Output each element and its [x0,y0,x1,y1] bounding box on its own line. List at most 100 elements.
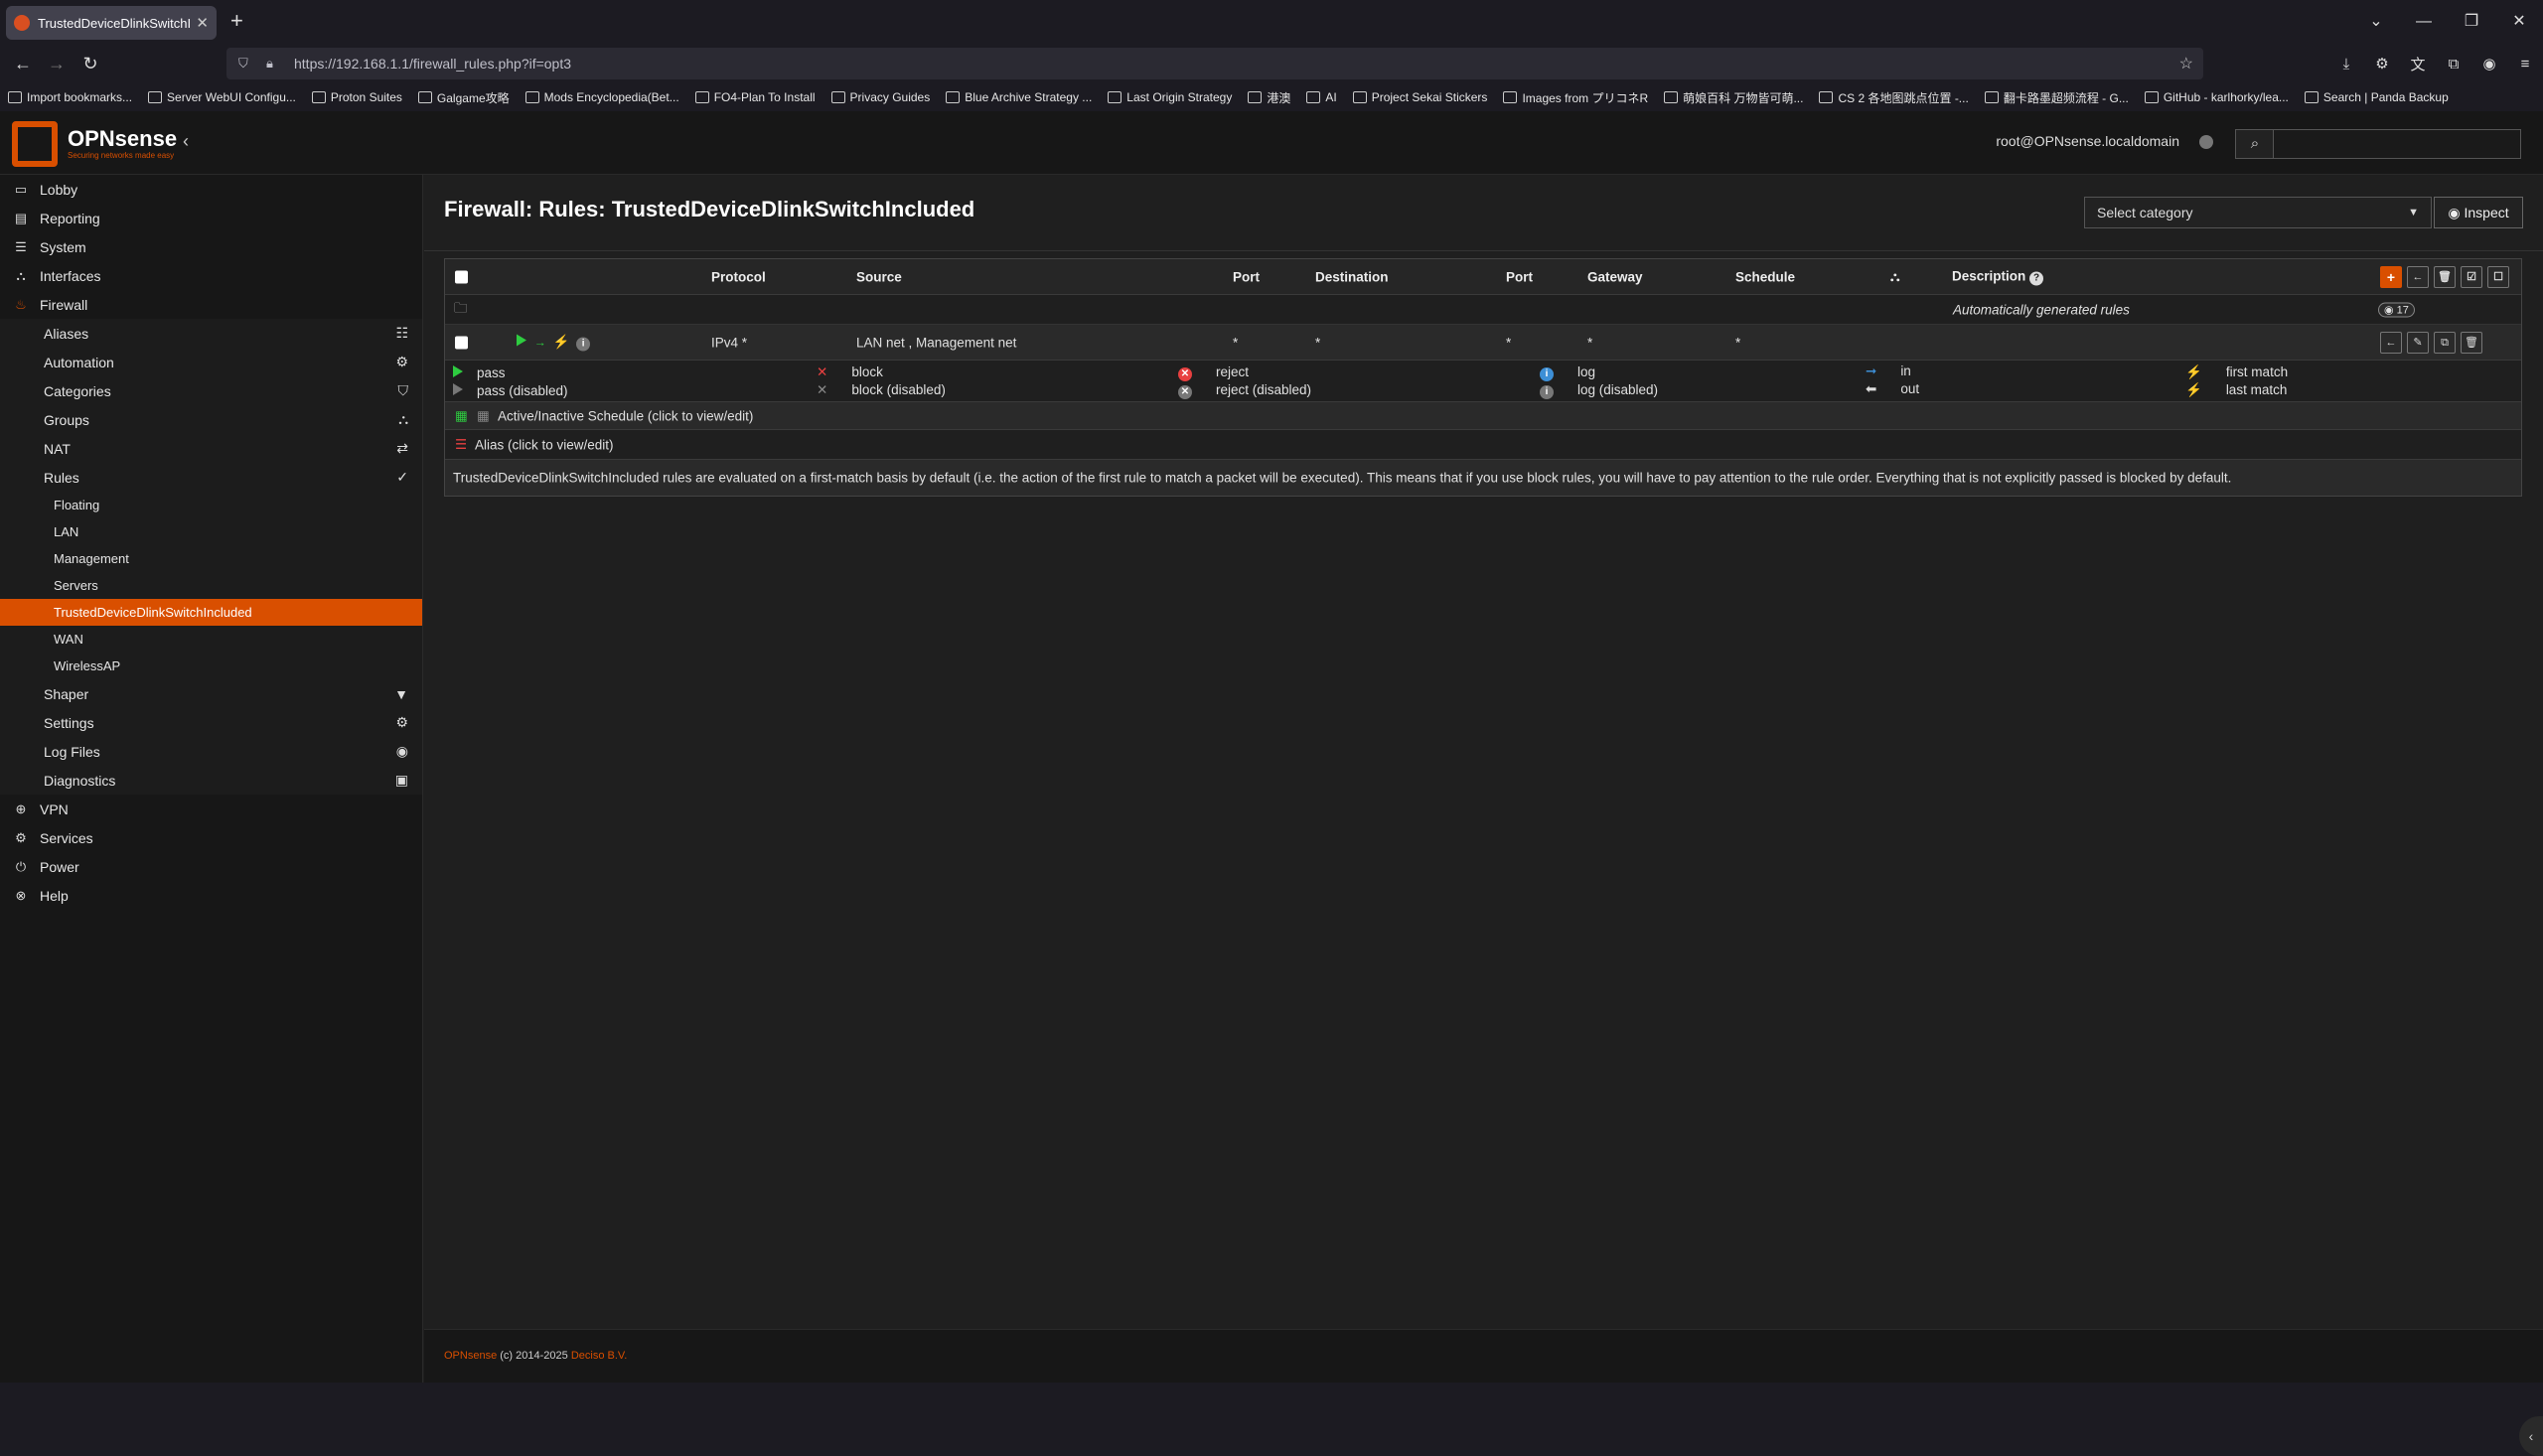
new-tab-icon[interactable]: + [230,8,243,34]
edit-rule-button[interactable]: ✎ [2407,332,2429,354]
bookmark-star-icon[interactable]: ☆ [2179,54,2193,73]
sidebar-item-vpn[interactable]: ⊕ VPN [0,795,422,823]
reload-icon[interactable]: ↻ [74,54,107,74]
back-icon[interactable]: ← [6,54,40,74]
sidebar-item-groups[interactable]: Groups ⛬ [0,405,422,434]
delete-selected-button[interactable]: 🗑︎ [2434,266,2456,288]
search-icon[interactable]: ⌕ [2235,129,2275,159]
browser-tab[interactable]: TrustedDeviceDlinkSwitchInclu ✕ [6,6,217,40]
bookmark-item[interactable]: Proton Suites [311,90,402,104]
sidebar-item-aliases[interactable]: Aliases ☷ [0,319,422,348]
clone-rule-button[interactable]: ⧉ [2434,332,2456,354]
alias-legend[interactable]: ☰ Alias (click to view/edit) [445,430,2521,460]
bookmark-item[interactable]: Server WebUI Configu... [148,90,296,104]
sidebar-item-automation[interactable]: Automation ⚙ [0,348,422,376]
lock-icon[interactable]: 🔒︎ [266,56,286,72]
url-bar[interactable]: ⛉ 🔒︎ https://192.168.1.1/firewall_rules.… [226,48,2203,79]
sidebar-item-nat[interactable]: NAT ⇄ [0,434,422,463]
account-icon[interactable]: ◉ [2471,55,2507,73]
forward-icon[interactable]: → [40,54,74,74]
extensions-icon[interactable]: ⧉ [2436,56,2471,73]
downloads-icon[interactable]: ⤓ [2328,56,2364,73]
sidebar-item-firewall[interactable]: ♨ Firewall [0,290,422,319]
side-panel-toggle-icon[interactable]: ‹ [2519,1416,2543,1456]
bookmark-item[interactable]: Privacy Guides [830,90,930,104]
sidebar-item-rules-wan[interactable]: WAN [0,626,422,653]
collapse-sidebar-icon[interactable]: ‹ [183,131,189,152]
sidebar-item-rules-lan[interactable]: LAN [0,518,422,545]
bookmark-item[interactable]: Import bookmarks... [8,90,132,104]
legend-block: ✕ block [817,364,883,379]
bookmark-item[interactable]: Mods Encyclopedia(Bet... [524,90,679,104]
direction-in-icon: → [533,335,546,349]
move-rule-button[interactable]: ← [2407,266,2429,288]
sidebar-item-help[interactable]: ⊗ Help [0,881,422,910]
translate-icon[interactable]: 文 [2400,54,2436,74]
footer-brand-link[interactable]: OPNsense [444,1350,497,1362]
sidebar-item-diagnostics[interactable]: Diagnostics ▣ [0,766,422,795]
bookmark-item[interactable]: 翻卡路墨超频流程 - G... [1984,89,2129,106]
bookmark-item[interactable]: Blue Archive Strategy ... [946,90,1092,104]
disable-selected-button[interactable]: ☐ [2487,266,2509,288]
bookmark-item[interactable]: FO4-Plan To Install [694,90,816,104]
menu-icon[interactable]: ≡ [2507,56,2543,73]
sidebar-item-categories[interactable]: Categories ⛉ [0,376,422,405]
close-tab-icon[interactable]: ✕ [196,14,209,32]
sidebar-item-rules-trusteddevice[interactable]: TrustedDeviceDlinkSwitchIncluded [0,599,422,626]
sidebar-item-lobby[interactable]: ▭ Lobby [0,175,422,204]
sidebar-item-rules-floating[interactable]: Floating [0,492,422,518]
sidebar-item-power[interactable]: ⏻ Power [0,852,422,881]
sidebar-item-rules-servers[interactable]: Servers [0,572,422,599]
inspect-button[interactable]: ◉ Inspect [2434,197,2523,228]
sidebar-item-interfaces[interactable]: ⛬ Interfaces [0,261,422,290]
delete-rule-button[interactable]: 🗑︎ [2461,332,2482,354]
category-select[interactable]: Select category ▼ [2084,197,2432,228]
bookmark-item[interactable]: Images from プリコネR [1503,89,1648,106]
shield-icon[interactable]: ⛉ [238,56,258,72]
sidebar-item-rules-wirelessap[interactable]: WirelessAP [0,653,422,679]
search-input[interactable] [2273,129,2521,159]
select-all-checkbox[interactable] [455,270,468,283]
enable-selected-button[interactable]: ☑ [2461,266,2482,288]
sidebar-item-shaper[interactable]: Shaper ▼ [0,679,422,708]
sidebar-item-rules-management[interactable]: Management [0,545,422,572]
bookmark-item[interactable]: 萌娘百科 万物皆可萌... [1664,89,1803,106]
extension-icon[interactable]: ⚙ [2364,55,2400,73]
sidebar-item-services[interactable]: ⚙ Services [0,823,422,852]
sidebar-item-system[interactable]: ☰ System [0,232,422,261]
sidebar-item-settings[interactable]: Settings ⚙ [0,708,422,737]
help-icon[interactable]: ? [2029,271,2044,285]
move-before-button[interactable]: ← [2380,332,2402,354]
col-gateway: Gateway [1587,269,1643,284]
user-account[interactable]: root@OPNsense.localdomain [1996,133,2179,149]
pass-icon[interactable] [517,334,526,346]
rule-checkbox[interactable] [455,336,468,349]
restore-icon[interactable]: ❐ [2448,0,2495,44]
bookmark-item[interactable]: Last Origin Strategy [1108,90,1232,104]
sidebar-item-log-files[interactable]: Log Files ◉ [0,737,422,766]
bookmark-item[interactable]: AI [1306,90,1337,104]
minimize-icon[interactable]: — [2400,0,2448,44]
add-rule-button[interactable]: + [2380,266,2402,288]
bookmark-item[interactable]: 港澳 [1248,89,1290,106]
bookmark-item[interactable]: CS 2 各地图跳点位置 -... [1819,89,1969,106]
site-icon [1503,91,1518,103]
auto-rules-toggle[interactable]: ◉ 17 [2378,302,2415,317]
bookmark-item[interactable]: GitHub - karlhorky/lea... [2144,90,2289,104]
sidebar-item-rules[interactable]: Rules ✓ [0,463,422,492]
status-icon[interactable] [2199,135,2213,149]
info-icon[interactable]: i [576,337,591,351]
tab-list-icon[interactable]: ⌄ [2352,0,2400,44]
sidebar-item-reporting[interactable]: ▤ Reporting [0,204,422,232]
footer-company-link[interactable]: Deciso B.V. [571,1350,627,1362]
bookmark-item[interactable]: Search | Panda Backup [2304,90,2449,104]
schedule-legend[interactable]: ▦ ▦ Active/Inactive Schedule (click to v… [445,402,2521,430]
bookmark-item[interactable]: Project Sekai Stickers [1352,90,1487,104]
network-icon: ⛬ [16,267,26,283]
opnsense-logo[interactable]: OPNsense Securing networks made easy [12,121,177,167]
table-row[interactable]: → ⚡ i IPv4 * LAN net , Management net * … [445,325,2521,361]
close-window-icon[interactable]: ✕ [2495,0,2543,44]
arrow-left-icon: ⬅ [1866,381,1877,396]
bookmark-item[interactable]: Galgame攻略 [417,89,510,106]
auto-rules-row[interactable]: 🗀 Automatically generated rules ◉ 17 [445,295,2521,325]
